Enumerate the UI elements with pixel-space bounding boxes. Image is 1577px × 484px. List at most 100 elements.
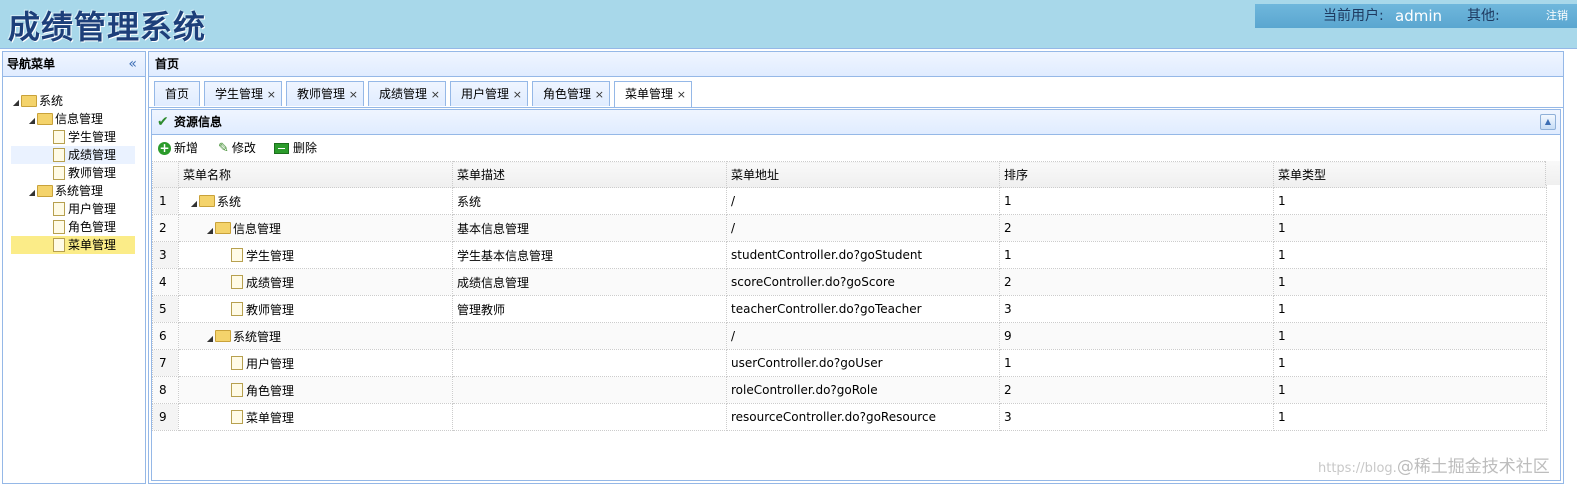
- nav-tree-label: 角色管理: [68, 220, 117, 234]
- expand-arrow-icon[interactable]: ◢: [205, 334, 215, 343]
- close-icon[interactable]: ×: [267, 82, 276, 107]
- order-cell[interactable]: 1: [999, 241, 1274, 269]
- menu-type-cell[interactable]: 1: [1273, 403, 1547, 431]
- menu-type-cell[interactable]: 1: [1273, 187, 1547, 215]
- order-cell[interactable]: 1: [999, 187, 1274, 215]
- menu-url-cell[interactable]: /: [726, 322, 1000, 350]
- collapse-panel-icon[interactable]: ▲: [1540, 114, 1556, 130]
- menu-name-cell[interactable]: 教师管理: [178, 295, 453, 323]
- tab-home[interactable]: 首页: [154, 81, 200, 106]
- table-row[interactable]: 6 ◢ 系统管理 /9 1: [152, 322, 1547, 350]
- menu-name-cell[interactable]: 学生管理: [178, 241, 453, 269]
- expand-arrow-icon[interactable]: ◢: [205, 226, 215, 235]
- nav-tree-node[interactable]: ◢ 系统管理: [11, 182, 135, 200]
- table-row[interactable]: 4 成绩管理 成绩信息管理 scoreController.do?goScore 2 1: [152, 268, 1547, 296]
- menu-desc-cell[interactable]: [452, 322, 727, 350]
- nav-tree-node[interactable]: 成绩管理: [11, 146, 135, 164]
- tab-item[interactable]: 成绩管理 ×: [368, 81, 446, 106]
- column-header[interactable]: 菜单类型: [1273, 161, 1547, 188]
- nav-tree-label: 系统: [39, 94, 64, 108]
- order-cell[interactable]: 2: [999, 376, 1274, 404]
- tab-item[interactable]: 角色管理 ×: [532, 81, 610, 106]
- menu-name-cell[interactable]: 角色管理: [178, 376, 453, 404]
- table-row[interactable]: 3 学生管理 学生基本信息管理 studentController.do?goStud…: [152, 241, 1547, 269]
- menu-name-cell[interactable]: 成绩管理: [178, 268, 453, 296]
- menu-url-cell[interactable]: /: [726, 187, 1000, 215]
- menu-url-cell[interactable]: /: [726, 214, 1000, 242]
- menu-url-cell[interactable]: userController.do?goUser: [726, 349, 1000, 377]
- delete-button[interactable]: 删除: [274, 135, 317, 161]
- menu-url-cell[interactable]: scoreController.do?goScore: [726, 268, 1000, 296]
- table-row[interactable]: 1 ◢ 系统 系统/1 1: [152, 187, 1547, 215]
- menu-desc-cell[interactable]: [452, 403, 727, 431]
- menu-url-cell[interactable]: teacherController.do?goTeacher: [726, 295, 1000, 323]
- close-icon[interactable]: ×: [677, 82, 686, 107]
- column-header[interactable]: 菜单名称: [178, 161, 453, 188]
- menu-name-cell[interactable]: 用户管理: [178, 349, 453, 377]
- collapse-icon[interactable]: «: [128, 52, 137, 76]
- nav-tree-node[interactable]: 角色管理: [11, 218, 135, 236]
- close-icon[interactable]: ×: [349, 82, 358, 107]
- expand-arrow-icon[interactable]: ◢: [189, 199, 199, 208]
- menu-name-cell[interactable]: ◢ 系统管理: [178, 322, 453, 350]
- order-cell[interactable]: 2: [999, 268, 1274, 296]
- order-cell[interactable]: 3: [999, 403, 1274, 431]
- menu-desc-cell[interactable]: 基本信息管理: [452, 214, 727, 242]
- close-icon[interactable]: ×: [431, 82, 440, 107]
- table-row[interactable]: 9 菜单管理 resourceController.do?goResource 3 1: [152, 403, 1547, 431]
- tab-item[interactable]: 教师管理 ×: [286, 81, 364, 106]
- tab-item[interactable]: 菜单管理 ×: [614, 81, 692, 107]
- edit-button[interactable]: ✎ 修改: [218, 135, 256, 162]
- table-row[interactable]: 2 ◢ 信息管理 基本信息管理/2 1: [152, 214, 1547, 242]
- column-header[interactable]: 排序: [999, 161, 1274, 188]
- menu-desc-cell[interactable]: [452, 349, 727, 377]
- tab-item[interactable]: 用户管理 ×: [450, 81, 528, 106]
- nav-tree-node[interactable]: 学生管理: [11, 128, 135, 146]
- resource-panel: ✔ 资源信息 ▲ + 新增 ✎ 修改 删除 菜单名称 菜单描述 菜单地址 排序 菜单类型 1…: [151, 109, 1561, 481]
- column-header[interactable]: 菜单地址: [726, 161, 1000, 188]
- tab-label: 角色管理: [543, 87, 592, 101]
- menu-type-cell[interactable]: 1: [1273, 322, 1547, 350]
- column-header[interactable]: 菜单描述: [452, 161, 727, 188]
- menu-url-cell[interactable]: roleController.do?goRole: [726, 376, 1000, 404]
- menu-name: 系统: [217, 194, 242, 209]
- nav-tree-node[interactable]: 菜单管理: [11, 236, 135, 254]
- menu-desc-cell[interactable]: 成绩信息管理: [452, 268, 727, 296]
- order-cell[interactable]: 1: [999, 349, 1274, 377]
- order-cell[interactable]: 3: [999, 295, 1274, 323]
- menu-type-cell[interactable]: 1: [1273, 214, 1547, 242]
- close-icon[interactable]: ×: [595, 82, 604, 107]
- add-button[interactable]: + 新增: [158, 135, 198, 161]
- menu-desc-cell[interactable]: 系统: [452, 187, 727, 215]
- app-header: 成绩管理系统 当前用户: admin 其他: 注销: [0, 0, 1577, 49]
- menu-url-cell[interactable]: resourceController.do?goResource: [726, 403, 1000, 431]
- menu-type-cell[interactable]: 1: [1273, 295, 1547, 323]
- close-icon[interactable]: ×: [513, 82, 522, 107]
- menu-type-cell[interactable]: 1: [1273, 268, 1547, 296]
- menu-name-cell[interactable]: ◢ 系统: [178, 187, 453, 215]
- nav-tree-node[interactable]: ◢ 信息管理: [11, 110, 135, 128]
- menu-desc-cell[interactable]: 学生基本信息管理: [452, 241, 727, 269]
- nav-tree-node[interactable]: 用户管理: [11, 200, 135, 218]
- order-cell[interactable]: 9: [999, 322, 1274, 350]
- menu-name-cell[interactable]: 菜单管理: [178, 403, 453, 431]
- table-row[interactable]: 5 教师管理 管理教师 teacherController.do?goTeacher 3…: [152, 295, 1547, 323]
- tab-strip: 首页 学生管理 × 教师管理 × 成绩管理 × 用户管理 × 角色管理 × 菜单管理 ×: [149, 77, 1563, 108]
- menu-name-cell[interactable]: ◢ 信息管理: [178, 214, 453, 242]
- menu-desc-cell[interactable]: [452, 376, 727, 404]
- menu-type-cell[interactable]: 1: [1273, 349, 1547, 377]
- order-cell[interactable]: 2: [999, 214, 1274, 242]
- menu-type-cell[interactable]: 1: [1273, 376, 1547, 404]
- tab-item[interactable]: 学生管理 ×: [204, 81, 282, 106]
- menu-type-cell[interactable]: 1: [1273, 241, 1547, 269]
- nav-tree-label: 菜单管理: [68, 238, 117, 252]
- header-scroll-filler: [1545, 161, 1560, 185]
- nav-tree-node[interactable]: 教师管理: [11, 164, 135, 182]
- minus-icon: [274, 143, 289, 154]
- table-row[interactable]: 8 角色管理 roleController.do?goRole 2 1: [152, 376, 1547, 404]
- logout-link[interactable]: 注销: [1546, 4, 1568, 28]
- table-row[interactable]: 7 用户管理 userController.do?goUser 1 1: [152, 349, 1547, 377]
- nav-tree-node[interactable]: ◢ 系统: [11, 92, 135, 110]
- menu-url-cell[interactable]: studentController.do?goStudent: [726, 241, 1000, 269]
- menu-desc-cell[interactable]: 管理教师: [452, 295, 727, 323]
